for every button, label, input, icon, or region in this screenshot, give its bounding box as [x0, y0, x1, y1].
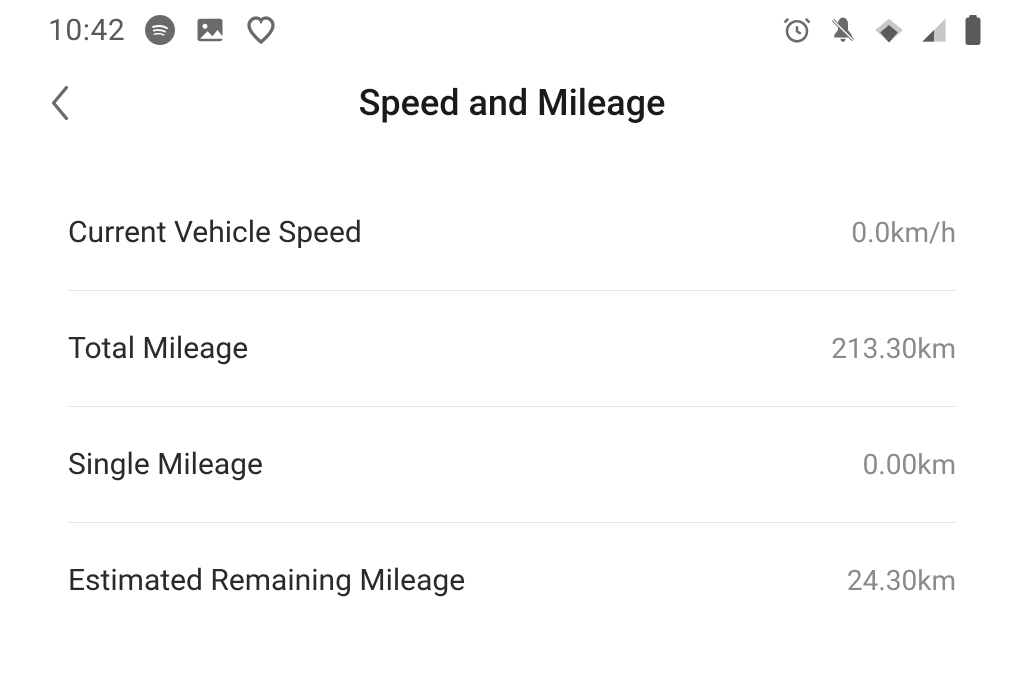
single-mileage-row[interactable]: Single Mileage 0.00km: [68, 407, 956, 523]
gallery-icon: [195, 15, 225, 45]
current-speed-row[interactable]: Current Vehicle Speed 0.0km/h: [68, 175, 956, 291]
list-item-label: Estimated Remaining Mileage: [68, 563, 465, 598]
app-header: Speed and Mileage: [0, 60, 1024, 145]
list-item-value: 0.00km: [863, 448, 956, 481]
alarm-icon: [782, 15, 812, 45]
battery-icon: [964, 15, 982, 45]
list-item-value: 24.30km: [847, 564, 956, 597]
list-item-value: 0.0km/h: [851, 216, 956, 249]
list-item-label: Current Vehicle Speed: [68, 215, 362, 250]
spotify-icon: [145, 15, 175, 45]
content: Current Vehicle Speed 0.0km/h Total Mile…: [0, 175, 1024, 638]
remaining-mileage-row[interactable]: Estimated Remaining Mileage 24.30km: [68, 523, 956, 638]
page-title: Speed and Mileage: [359, 82, 666, 124]
list-item-label: Single Mileage: [68, 447, 263, 482]
wifi-icon: [874, 15, 904, 45]
back-button[interactable]: [40, 83, 80, 123]
status-bar-left: 10:42: [48, 13, 277, 48]
status-bar: 10:42: [0, 0, 1024, 60]
signal-icon: [920, 16, 948, 44]
notifications-off-icon: [828, 15, 858, 45]
status-bar-right: [782, 15, 982, 45]
total-mileage-row[interactable]: Total Mileage 213.30km: [68, 291, 956, 407]
list-item-label: Total Mileage: [68, 331, 248, 366]
clock: 10:42: [48, 13, 125, 48]
heart-icon: [245, 14, 277, 46]
list-item-value: 213.30km: [831, 332, 956, 365]
chevron-left-icon: [49, 85, 71, 121]
